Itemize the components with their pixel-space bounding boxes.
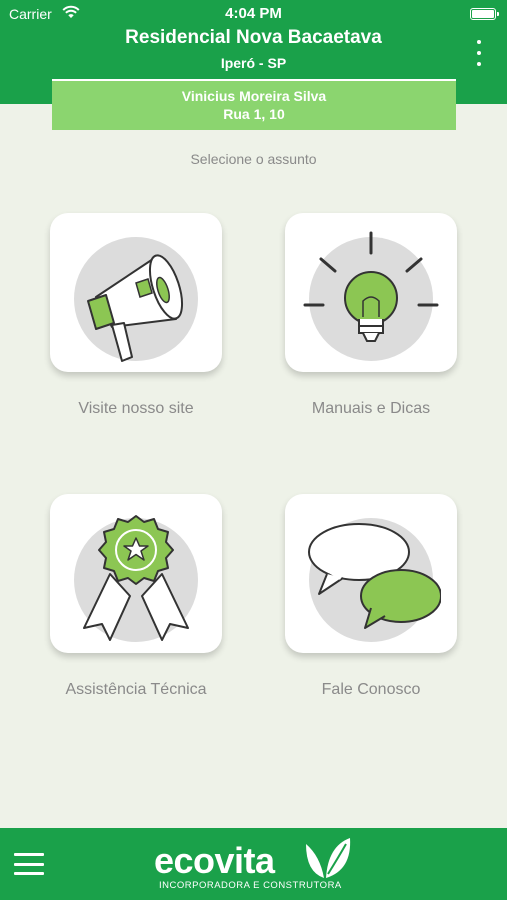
tile-label-contact-us[interactable]: Fale Conosco	[261, 681, 481, 699]
more-options-icon[interactable]	[469, 40, 489, 66]
menu-icon[interactable]	[14, 853, 44, 875]
tile-contact-us[interactable]	[285, 494, 457, 653]
clock: 4:04 PM	[225, 5, 282, 22]
award-ribbon-icon	[74, 514, 198, 642]
tile-manuals-tips[interactable]	[285, 213, 457, 372]
app-footer: ecovita INCORPORADORA E CONSTRUTORA	[0, 828, 507, 900]
subject-prompt: Selecione o assunto	[190, 151, 317, 167]
logo-wordmark: ecovita	[154, 840, 275, 881]
logo-tagline: INCORPORADORA E CONSTRUTORA	[159, 880, 342, 891]
megaphone-icon	[74, 236, 198, 362]
user-info-box: Vinicius Moreira Silva Rua 1, 10	[52, 81, 456, 130]
tile-label-technical-assistance[interactable]: Assistência Técnica	[26, 681, 246, 699]
user-address: Rua 1, 10	[223, 106, 285, 122]
app-header: Carrier 4:04 PM Residencial Nova Bacaeta…	[0, 0, 507, 130]
leaf-icon	[306, 838, 351, 878]
status-bar: Carrier 4:04 PM	[0, 0, 507, 28]
user-name: Vinicius Moreira Silva	[181, 88, 327, 104]
battery-icon	[470, 8, 499, 20]
page-subtitle: Iperó - SP	[220, 55, 287, 71]
tile-technical-assistance[interactable]	[50, 494, 222, 653]
lightbulb-icon	[303, 231, 439, 361]
tile-label-visit-site[interactable]: Visite nosso site	[26, 400, 246, 418]
chat-bubbles-icon	[308, 517, 441, 642]
page-title: Residencial Nova Bacaetava	[125, 27, 382, 48]
tile-label-manuals-tips[interactable]: Manuais e Dicas	[261, 400, 481, 418]
ecovita-logo: ecovita INCORPORADORA E CONSTRUTORA	[154, 834, 354, 896]
tile-visit-site[interactable]	[50, 213, 222, 372]
